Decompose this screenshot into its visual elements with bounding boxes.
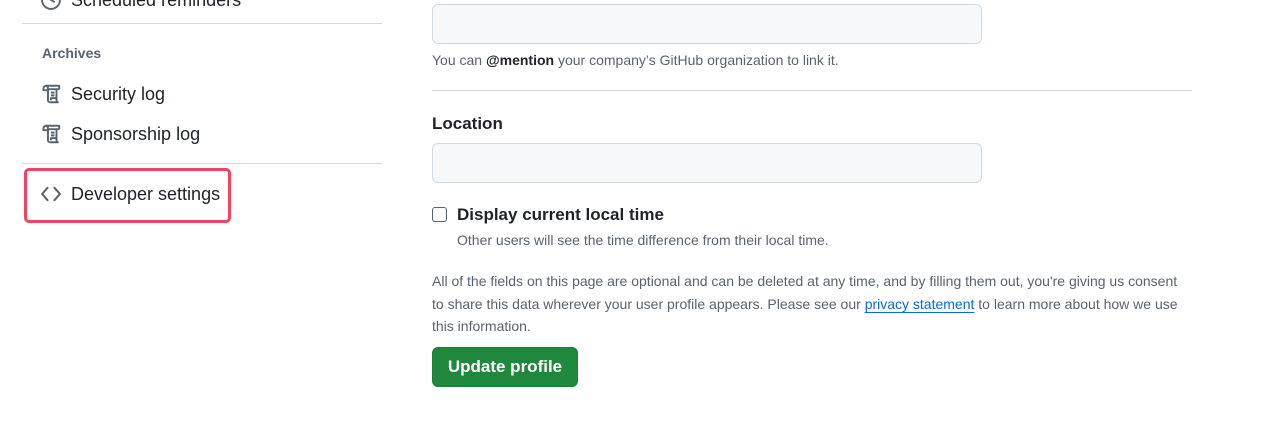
log-icon	[40, 123, 62, 145]
location-input[interactable]	[432, 143, 982, 183]
location-label: Location	[432, 114, 503, 133]
company-hint-mention: @mention	[485, 52, 555, 68]
archives-heading: Archives	[42, 45, 102, 61]
local-time-hint: Other users will see the time difference…	[457, 232, 829, 248]
developer-settings-highlight	[24, 168, 231, 223]
sidebar-divider	[22, 23, 382, 24]
company-input[interactable]	[432, 4, 982, 44]
sidebar-item-label: Security log	[71, 83, 166, 104]
sidebar-item-security-log[interactable]: Security log	[28, 76, 382, 112]
company-hint: You can @mention your company’s GitHub o…	[432, 52, 839, 68]
settings-sidebar: Scheduled reminders Archives Security lo…	[0, 0, 400, 425]
local-time-checkbox[interactable]	[432, 207, 447, 222]
privacy-statement-link[interactable]: privacy statement	[865, 296, 975, 312]
sidebar-item-label: Sponsorship log	[71, 123, 201, 144]
profile-form: You can @mention your company’s GitHub o…	[432, 0, 1202, 425]
company-hint-suffix: your company’s GitHub organization to li…	[554, 52, 839, 68]
form-divider	[432, 90, 1192, 91]
sidebar-item-sponsorship-log[interactable]: Sponsorship log	[28, 116, 382, 152]
settings-page: Scheduled reminders Archives Security lo…	[0, 0, 1263, 425]
clock-icon	[40, 0, 62, 11]
privacy-note: All of the fields on this page are optio…	[432, 270, 1192, 338]
update-profile-button[interactable]: Update profile	[432, 347, 578, 387]
log-icon	[40, 83, 62, 105]
sidebar-item-scheduled-reminders[interactable]: Scheduled reminders	[28, 0, 382, 18]
sidebar-item-label: Scheduled reminders	[71, 0, 241, 11]
sidebar-divider	[22, 163, 382, 164]
company-hint-prefix: You can	[432, 52, 486, 68]
local-time-label[interactable]: Display current local time	[457, 205, 664, 225]
